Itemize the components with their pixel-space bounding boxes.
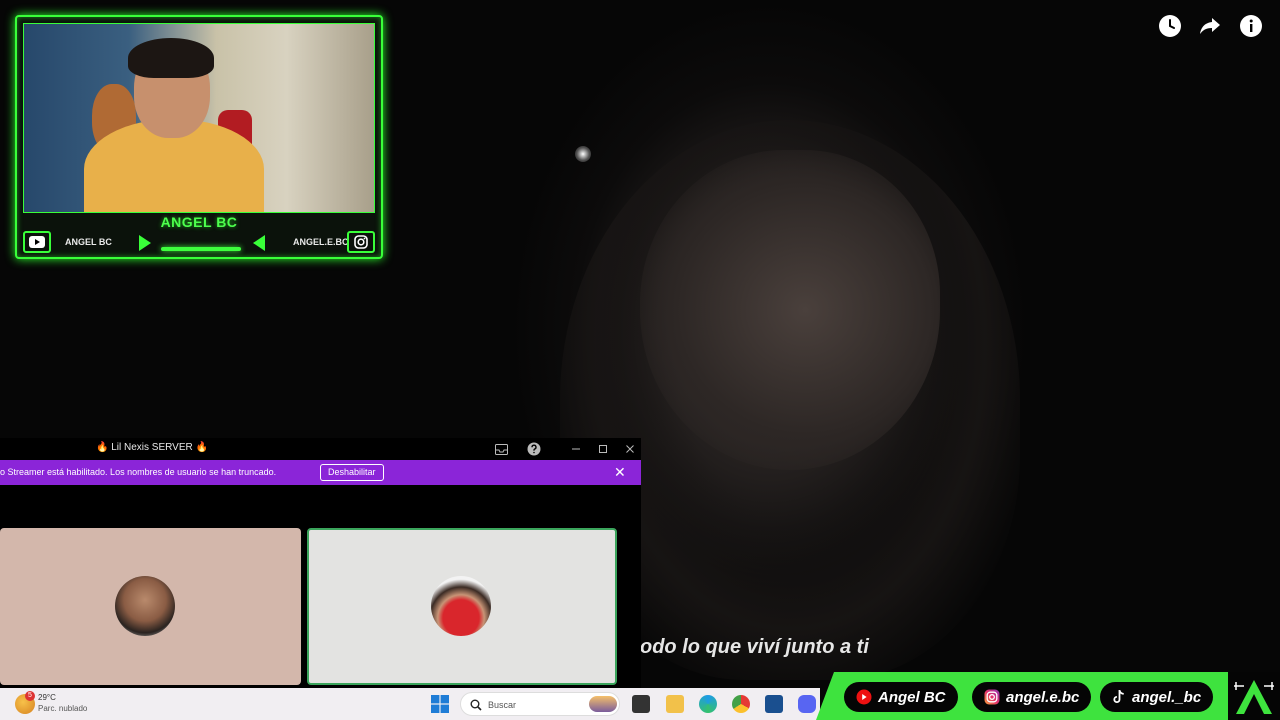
youtube-pill: Angel BC <box>844 682 958 712</box>
instagram-icon <box>984 689 1000 705</box>
video-figure-face <box>640 150 940 470</box>
discord-window: 🔥 Lil Nexis SERVER 🔥 o Streamer está hab… <box>0 438 641 688</box>
channel-logo <box>1228 672 1280 720</box>
social-links-bar: Angel BC angel.e.bc angel._bc <box>816 672 1228 720</box>
store-icon[interactable] <box>765 695 783 713</box>
chrome-icon[interactable] <box>732 695 750 713</box>
instagram-pill: angel.e.bc <box>972 682 1092 712</box>
banner-close-icon[interactable]: ✕ <box>614 464 626 481</box>
instagram-handle: angel.e.bc <box>1006 688 1080 706</box>
share-icon[interactable] <box>1198 14 1222 38</box>
avatar <box>115 576 175 636</box>
windows-taskbar: 5 29°C Parc. nublado Buscar <box>0 688 820 720</box>
search-highlight-image <box>589 696 617 712</box>
webcam-streamer-name: ANGEL BC <box>160 214 238 230</box>
webcam-youtube-handle: ANGEL BC <box>65 237 112 247</box>
search-placeholder: Buscar <box>488 700 517 710</box>
webcam-overlay: ANGEL BC ANGEL BC ANGEL.E.BC <box>15 15 383 259</box>
inbox-icon[interactable] <box>493 441 509 457</box>
chevron-right-icon <box>139 235 151 251</box>
help-icon[interactable] <box>526 441 542 457</box>
voice-participant-tile[interactable] <box>0 528 301 685</box>
task-view-icon[interactable] <box>632 695 650 713</box>
minimize-icon[interactable] <box>568 441 584 457</box>
youtube-icon <box>23 231 51 253</box>
close-icon[interactable] <box>622 441 638 457</box>
instagram-icon <box>347 231 375 253</box>
webcam-video <box>23 23 375 213</box>
webcam-center-bar <box>161 247 241 251</box>
search-icon <box>470 699 482 711</box>
maximize-icon[interactable] <box>595 441 611 457</box>
discord-icon[interactable] <box>798 695 816 713</box>
video-light-spot <box>575 146 591 162</box>
clock-icon[interactable] <box>1158 14 1182 38</box>
voice-participant-tile-speaking[interactable] <box>307 528 617 685</box>
tiktok-icon <box>1113 690 1124 703</box>
streamer-mode-text: o Streamer está habilitado. Los nombres … <box>0 467 277 477</box>
discord-server-name: 🔥 Lil Nexis SERVER 🔥 <box>96 442 208 453</box>
discord-titlebar: 🔥 Lil Nexis SERVER 🔥 <box>0 438 641 460</box>
taskbar-search[interactable]: Buscar <box>460 692 620 716</box>
weather-description: Parc. nublado <box>38 704 88 713</box>
streamer-mode-banner: o Streamer está habilitado. Los nombres … <box>0 460 641 485</box>
youtube-icon <box>856 689 872 705</box>
weather-temperature: 29°C <box>38 693 56 702</box>
info-icon[interactable] <box>1239 14 1263 38</box>
tiktok-handle: angel._bc <box>1132 688 1202 706</box>
webcam-person-hair <box>128 38 214 78</box>
windows-start-icon[interactable] <box>431 695 449 713</box>
disable-streamer-mode-button[interactable]: Deshabilitar <box>320 464 384 481</box>
webcam-social-bar: ANGEL BC ANGEL.E.BC <box>21 231 379 255</box>
video-subtitle: odo lo que viví junto a ti <box>640 636 869 658</box>
weather-badge: 5 <box>25 691 35 701</box>
edge-icon[interactable] <box>699 695 717 713</box>
chevron-left-icon <box>253 235 265 251</box>
tiktok-pill: angel._bc <box>1100 682 1214 712</box>
file-explorer-icon[interactable] <box>666 695 684 713</box>
webcam-instagram-handle: ANGEL.E.BC <box>293 237 349 247</box>
avatar <box>431 576 491 636</box>
youtube-handle: Angel BC <box>878 688 946 706</box>
